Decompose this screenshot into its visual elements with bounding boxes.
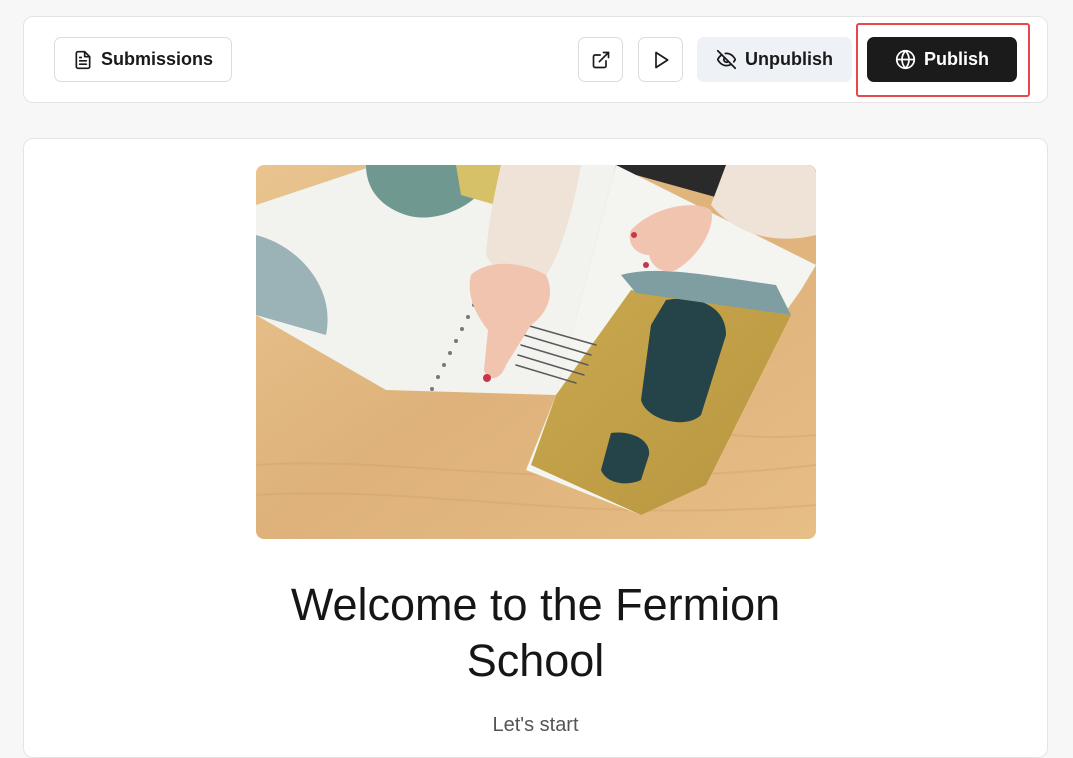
hero-image <box>256 165 816 539</box>
page-subtitle: Let's start <box>492 714 579 736</box>
page-preview-card: Welcome to the Fermion School Let's star… <box>23 138 1048 758</box>
editor-toolbar: Submissions Unpublish Publish <box>23 16 1048 103</box>
play-icon <box>651 50 671 70</box>
title-line-2: School <box>466 635 605 686</box>
page-title: Welcome to the Fermion School <box>24 577 1047 689</box>
publish-label: Publish <box>923 49 989 69</box>
submissions-button[interactable]: Submissions <box>54 37 232 82</box>
external-link-icon <box>591 50 611 70</box>
title-line-1: Welcome to the Fermion <box>290 579 781 630</box>
eye-off-icon <box>716 49 737 70</box>
submissions-label: Submissions <box>100 49 214 69</box>
unpublish-label: Unpublish <box>745 49 833 69</box>
preview-button[interactable] <box>638 37 683 82</box>
braille-book-photo <box>256 165 816 539</box>
open-external-button[interactable] <box>578 37 623 82</box>
unpublish-button[interactable]: Unpublish <box>697 37 852 82</box>
document-icon <box>73 50 93 70</box>
globe-icon <box>895 49 916 70</box>
publish-button[interactable]: Publish <box>867 37 1017 82</box>
